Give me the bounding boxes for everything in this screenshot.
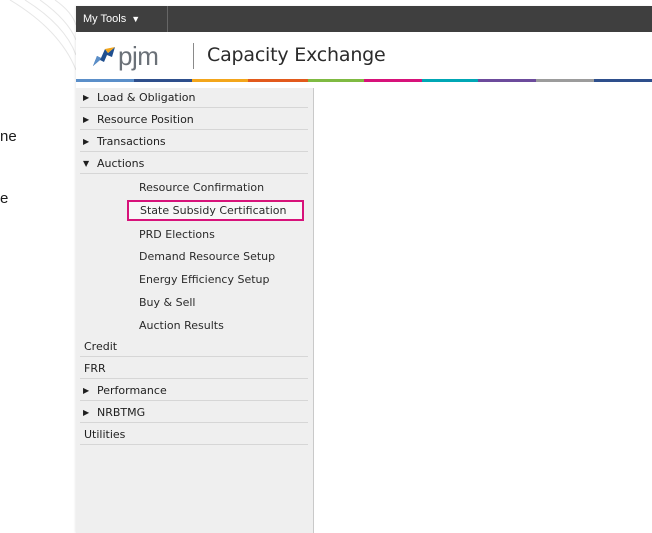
sidebar-subitem-demand-resource-setup[interactable]: Demand Resource Setup [127, 246, 304, 267]
sidebar-item-label: Performance [97, 384, 167, 397]
top-toolbar: My Tools ▼ [76, 6, 652, 32]
sidebar-subitem-label: Buy & Sell [139, 296, 196, 309]
sidebar-item-utilities[interactable]: Utilities [80, 425, 308, 445]
brand-color-segment [248, 79, 308, 82]
sidebar-subitem-label: Energy Efficiency Setup [139, 273, 270, 286]
sidebar-subitem-label: State Subsidy Certification [140, 204, 287, 217]
brand-color-bar [76, 79, 652, 82]
sidebar-subitem-label: Resource Confirmation [139, 181, 265, 194]
sidebar-item-nrbtmg[interactable]: ▶ NRBTMG [80, 403, 308, 423]
sidebar-item-label: Auctions [97, 157, 145, 170]
brand-color-segment [76, 79, 134, 82]
sidebar-subitem-label: Auction Results [139, 319, 224, 332]
sidebar-item-transactions[interactable]: ▶ Transactions [80, 132, 308, 152]
background-text-fragment: e [0, 190, 9, 207]
brand-color-segment [192, 79, 248, 82]
sidebar-item-label: Load & Obligation [97, 91, 196, 104]
brand-color-segment [478, 79, 536, 82]
sidebar-item-frr[interactable]: FRR [80, 359, 308, 379]
background-text-fragment: ne [0, 128, 17, 145]
brand-color-segment [594, 79, 652, 82]
app-window: My Tools ▼ pjm Capacity Exchange ▶ Load … [76, 6, 652, 533]
expand-arrow-icon: ▶ [83, 408, 90, 417]
logo-text: pjm [118, 41, 159, 71]
sidebar-item-label: Transactions [97, 135, 166, 148]
brand-color-segment [308, 79, 364, 82]
header-divider [193, 43, 194, 69]
brand-color-segment [134, 79, 192, 82]
sidebar-subitem-label: PRD Elections [139, 228, 215, 241]
my-tools-menu-button[interactable]: My Tools ▼ [76, 6, 168, 32]
app-header: pjm Capacity Exchange [76, 32, 652, 79]
sidebar-subitem-auction-results[interactable]: Auction Results [127, 315, 304, 336]
sidebar-subitem-resource-confirmation[interactable]: Resource Confirmation [127, 177, 304, 198]
sidebar-item-label: FRR [84, 362, 106, 375]
sidebar-subitem-energy-efficiency-setup[interactable]: Energy Efficiency Setup [127, 269, 304, 290]
brand-color-segment [536, 79, 594, 82]
sidebar-subitem-buy-sell[interactable]: Buy & Sell [127, 292, 304, 313]
sidebar-item-auctions[interactable]: ▼ Auctions [80, 154, 308, 174]
sidebar-item-label: Utilities [84, 428, 126, 441]
sidebar-item-label: NRBTMG [97, 406, 146, 419]
my-tools-label: My Tools [83, 13, 127, 25]
pjm-logo-icon [93, 47, 115, 66]
expand-arrow-icon: ▶ [83, 93, 90, 102]
main-content-area [314, 88, 652, 533]
sidebar-item-label: Credit [84, 340, 118, 353]
sidebar-item-credit[interactable]: Credit [80, 337, 308, 357]
expand-arrow-icon: ▶ [83, 386, 90, 395]
brand-color-segment [422, 79, 478, 82]
sidebar-subitem-prd-elections[interactable]: PRD Elections [127, 224, 304, 245]
collapse-arrow-icon: ▼ [83, 159, 90, 168]
brand-color-segment [364, 79, 422, 82]
sidebar-item-performance[interactable]: ▶ Performance [80, 381, 308, 401]
expand-arrow-icon: ▶ [83, 115, 90, 124]
sidebar-subitem-state-subsidy-certification[interactable]: State Subsidy Certification [127, 200, 304, 221]
expand-arrow-icon: ▶ [83, 137, 90, 146]
sidebar-subitem-label: Demand Resource Setup [139, 250, 276, 263]
sidebar-nav: ▶ Load & Obligation ▶ Resource Position … [76, 88, 314, 533]
sidebar-item-load-obligation[interactable]: ▶ Load & Obligation [80, 88, 308, 108]
sidebar-item-label: Resource Position [97, 113, 194, 126]
sidebar-item-resource-position[interactable]: ▶ Resource Position [80, 110, 308, 130]
caret-down-icon: ▼ [131, 14, 141, 24]
app-title: Capacity Exchange [207, 44, 386, 66]
pjm-logo[interactable]: pjm [92, 41, 159, 71]
